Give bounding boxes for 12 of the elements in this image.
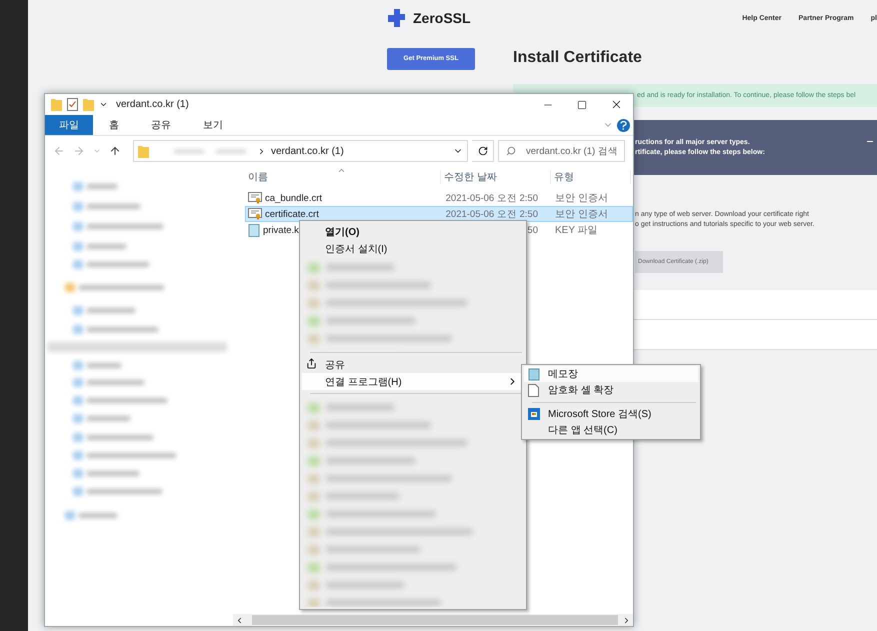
address-text: verdant.co.kr (1) (271, 146, 344, 156)
file-type: KEY 파일 (554, 224, 599, 237)
modified-date: 2021-05-06 오전 2:50 (444, 208, 538, 220)
file-name: certificate.crt (265, 208, 319, 220)
file-name: private.k (263, 224, 299, 236)
file-type: 보안 인증서 (554, 208, 609, 221)
modified-date: 50 (526, 224, 538, 236)
page-heading: Install Certificate (513, 49, 643, 68)
modified-date: 2021-05-06 오전 2:50 (444, 192, 538, 204)
file-type: 보안 인증서 (554, 192, 609, 205)
file-name: ca_bundle.crt (265, 192, 322, 204)
window-title: verdant.co.kr (1) (116, 99, 189, 110)
